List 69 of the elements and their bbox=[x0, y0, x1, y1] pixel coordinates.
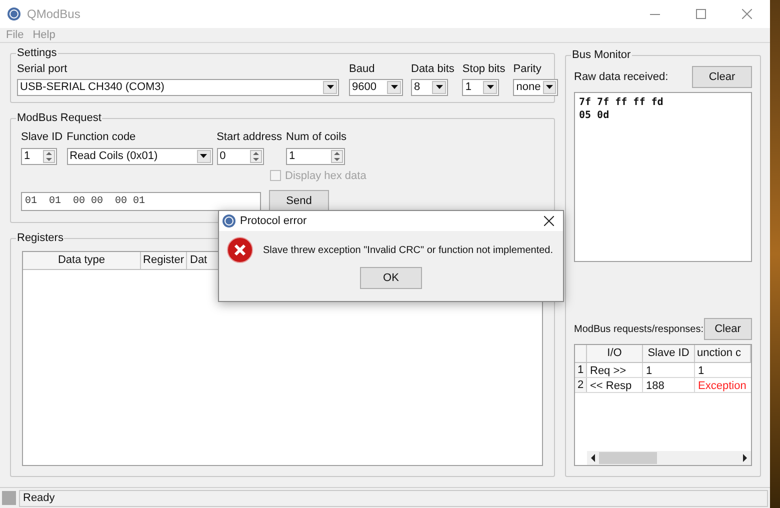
field-label: Baud bbox=[349, 62, 376, 77]
caret-icon bbox=[200, 154, 208, 158]
caret-icon bbox=[436, 85, 442, 89]
spin-box[interactable]: 1 bbox=[286, 148, 345, 164]
field-label: Data bits bbox=[411, 62, 454, 77]
group-title: Registers bbox=[16, 231, 64, 245]
dialog-title: Protocol error bbox=[240, 214, 308, 229]
spin-arrows-icon bbox=[331, 150, 343, 162]
table-cell: << Resp bbox=[587, 378, 643, 392]
send-button[interactable]: Send bbox=[269, 190, 329, 212]
column-header[interactable]: Register bbox=[141, 252, 187, 269]
dropdown[interactable]: Read Coils (0x01) bbox=[66, 148, 213, 164]
field-label: ModBus requests/responses: bbox=[574, 322, 704, 336]
data-line: 05 0d bbox=[579, 109, 610, 122]
window-title: QModBus bbox=[27, 6, 82, 23]
app-icon bbox=[7, 7, 21, 21]
dialog-message: Slave threw exception "Invalid CRC" or function not implemented. bbox=[263, 244, 554, 258]
spin-arrows-icon bbox=[250, 150, 262, 162]
column-header[interactable]: Data type bbox=[23, 252, 141, 269]
close-icon bbox=[742, 9, 752, 19]
scroll-left-icon bbox=[589, 454, 597, 462]
error-icon bbox=[227, 237, 253, 263]
table-cell-text: 1 bbox=[697, 364, 706, 377]
row-number: 2 bbox=[575, 378, 587, 392]
scroll-thumb[interactable] bbox=[599, 452, 657, 464]
dropdown[interactable]: USB-SERIAL CH340 (COM3) bbox=[17, 78, 339, 96]
dropdown[interactable]: 8 bbox=[411, 78, 448, 96]
text-area[interactable]: 7f 7f ff ff fd 05 0d bbox=[574, 92, 752, 262]
table-cell: 188 bbox=[643, 378, 695, 392]
caret-icon bbox=[546, 85, 553, 89]
column-header[interactable]: I/O bbox=[587, 345, 643, 362]
group-title: Settings bbox=[16, 46, 58, 60]
field-label: Slave ID bbox=[21, 130, 63, 145]
field-label: Raw data received: bbox=[574, 70, 668, 85]
dropdown[interactable]: none bbox=[513, 78, 558, 96]
clear-button[interactable]: Clear bbox=[704, 318, 752, 340]
table-cell: 1 bbox=[643, 363, 695, 377]
scrollbar[interactable] bbox=[587, 451, 751, 465]
caret-icon bbox=[486, 85, 494, 89]
field-label: Parity bbox=[513, 62, 542, 77]
column-header[interactable]: Slave ID bbox=[643, 345, 695, 362]
field-label: Stop bits bbox=[462, 62, 506, 77]
status-text: Ready bbox=[19, 490, 768, 506]
ok-button[interactable]: OK bbox=[360, 267, 422, 289]
caret-icon bbox=[326, 85, 334, 89]
field-label: Num of coils bbox=[286, 130, 347, 145]
status-indicator bbox=[2, 491, 16, 505]
data-line: 7f 7f ff ff fd bbox=[579, 96, 664, 109]
table-cell: Req >> bbox=[587, 363, 643, 377]
close-icon bbox=[544, 216, 554, 226]
spin-arrows-icon bbox=[43, 150, 55, 162]
checkbox-label: Display hex data bbox=[285, 168, 366, 184]
field-label: Function code bbox=[66, 130, 137, 145]
app-icon bbox=[222, 214, 236, 228]
row-number: 1 bbox=[575, 363, 587, 377]
clear-button[interactable]: Clear bbox=[692, 66, 752, 88]
column-header[interactable]: unction c bbox=[695, 345, 751, 362]
field-label: Serial port bbox=[17, 62, 68, 77]
table-cell-text: Exception bbox=[697, 379, 748, 392]
caret-icon bbox=[390, 85, 398, 89]
dropdown[interactable]: 1 bbox=[462, 78, 500, 96]
spin-box[interactable]: 0 bbox=[216, 148, 264, 164]
input-field[interactable]: 01 01 00 00 00 01 bbox=[21, 192, 261, 210]
dropdown[interactable]: 9600 bbox=[349, 78, 403, 96]
field-label: Start address bbox=[216, 130, 282, 145]
group-title: ModBus Request bbox=[16, 111, 102, 125]
spin-box[interactable]: 1 bbox=[21, 148, 57, 164]
scroll-right-icon bbox=[741, 454, 749, 462]
maximize-icon bbox=[696, 9, 706, 19]
